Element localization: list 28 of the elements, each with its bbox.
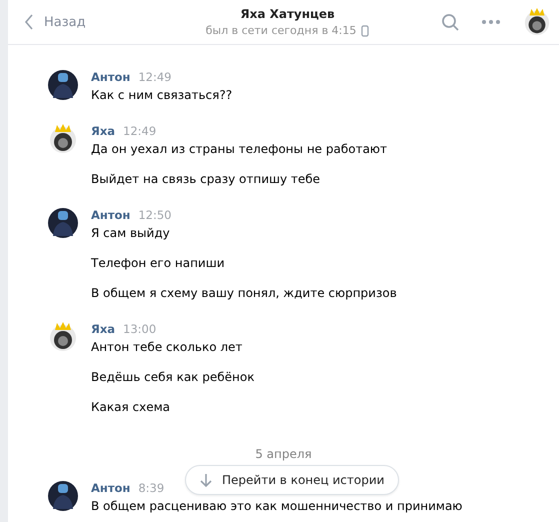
back-link[interactable]: Назад: [24, 14, 174, 30]
message-text: В общем расцениваю это как мошенничество и принимаю: [91, 498, 462, 515]
person-avatar-icon: [48, 208, 78, 238]
person-avatar-icon: [48, 481, 78, 511]
author-name[interactable]: Антон: [91, 70, 130, 84]
phone-icon: [361, 24, 370, 36]
author-name[interactable]: Яха: [91, 322, 116, 336]
message-text: Телефон его напиши: [91, 255, 226, 272]
message-text: Ведёшь себя как ребёнок: [91, 369, 254, 386]
author-name[interactable]: Антон: [91, 208, 130, 222]
message-text: Выйдет на связь сразу отпишу тебе: [91, 171, 322, 188]
message-text: Какая схема: [91, 399, 171, 416]
message-text: Да он уехал из страны телефоны не работают: [91, 141, 388, 158]
author-name[interactable]: Яха: [91, 124, 116, 138]
message-text: Я сам выйду: [91, 225, 171, 242]
date-divider: 5 апреля: [255, 447, 312, 461]
online-status: был в сети сегодня в 4:15: [206, 24, 356, 37]
chat-title: Яха Хатунцев: [240, 7, 335, 21]
author-name[interactable]: Антон: [91, 481, 130, 495]
jump-to-end-button[interactable]: Перейти в конец истории: [185, 465, 400, 495]
arrow-down-icon: [200, 473, 212, 487]
chevron-left-icon: [24, 14, 34, 30]
more-icon[interactable]: [481, 19, 501, 25]
search-icon[interactable]: [441, 13, 459, 31]
message-text: В общем я схему вашу понял, ждите сюрпризов: [91, 285, 397, 302]
person-avatar-icon: [48, 70, 78, 100]
message-text: Как с ним связаться??: [91, 87, 232, 104]
message-text: Антон тебе сколько лет: [91, 339, 244, 356]
